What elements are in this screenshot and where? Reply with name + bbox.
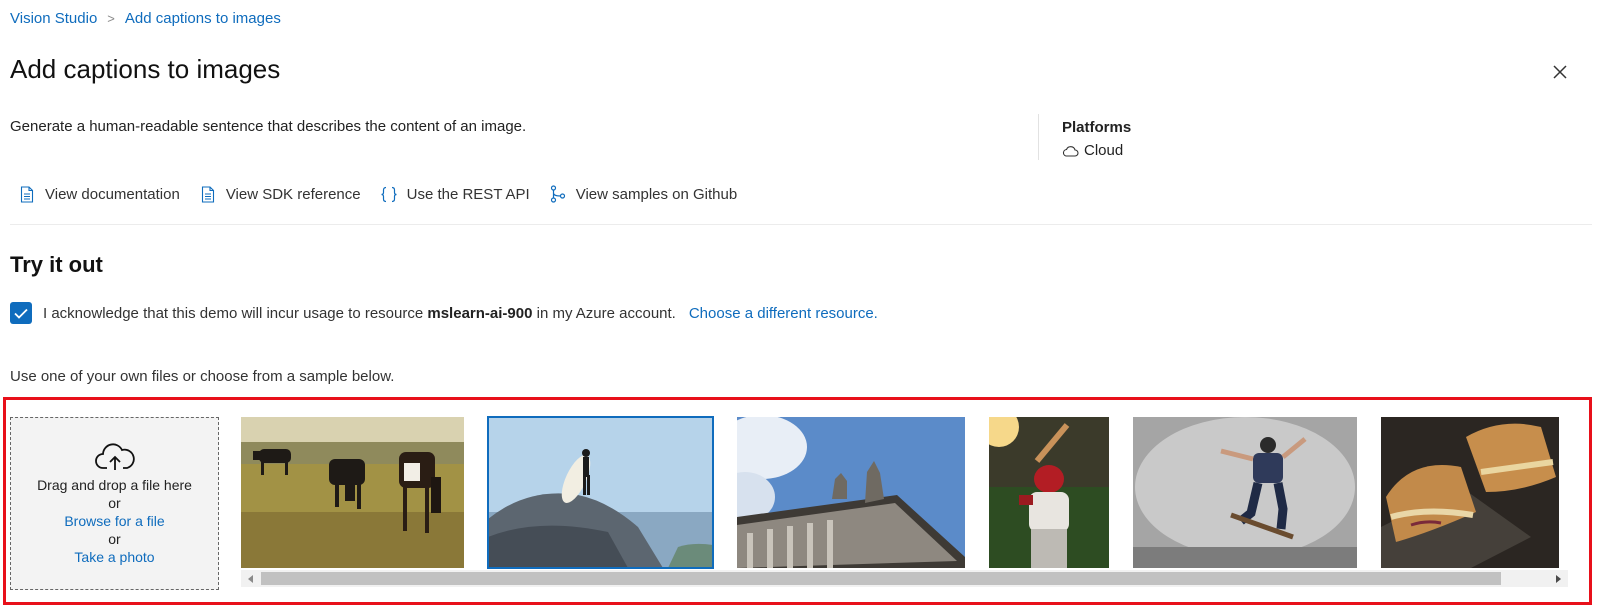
scroll-left-arrow-icon[interactable]	[243, 570, 259, 587]
vertical-divider	[1038, 114, 1039, 160]
checkmark-icon	[14, 308, 28, 319]
surfer-image	[488, 417, 713, 568]
branch-icon	[549, 185, 567, 203]
cloud-icon	[1062, 145, 1079, 157]
sample-image-cows[interactable]	[241, 417, 464, 568]
acknowledge-checkbox[interactable]	[10, 302, 32, 324]
use-rest-api-link[interactable]: Use the REST API	[380, 185, 530, 203]
view-samples-github-label: View samples on Github	[575, 185, 738, 203]
breadcrumb-vision-studio[interactable]: Vision Studio	[10, 10, 97, 27]
scrollbar-thumb[interactable]	[261, 572, 1501, 585]
sample-image-sandwich[interactable]	[1381, 417, 1559, 568]
sample-image-baseball[interactable]	[989, 417, 1109, 568]
page-title: Add captions to images	[10, 54, 281, 84]
platforms-title: Platforms	[1062, 119, 1132, 136]
chevron-right-icon: >	[107, 11, 115, 26]
drop-or-2: or	[108, 530, 121, 547]
acknowledge-row: I acknowledge that this demo will incur …	[10, 302, 878, 324]
use-rest-api-label: Use the REST API	[406, 185, 530, 203]
take-photo-link[interactable]: Take a photo	[74, 548, 154, 566]
try-it-out-title: Try it out	[10, 252, 103, 277]
resource-name: mslearn-ai-900	[427, 304, 533, 322]
cloud-upload-icon	[94, 442, 135, 470]
scroll-right-arrow-icon[interactable]	[1550, 570, 1566, 587]
view-sdk-reference-label: View SDK reference	[225, 185, 361, 203]
baseball-image	[989, 417, 1109, 568]
breadcrumb-current[interactable]: Add captions to images	[125, 10, 281, 27]
section-divider	[10, 224, 1592, 225]
acknowledge-text: I acknowledge that this demo will incur …	[43, 304, 424, 322]
page-description: Generate a human-readable sentence that …	[10, 118, 527, 135]
acknowledge-suffix: in my Azure account.	[536, 304, 676, 322]
view-documentation-link[interactable]: View documentation	[18, 185, 180, 203]
browse-file-link[interactable]: Browse for a file	[64, 512, 164, 530]
cows-image	[241, 417, 464, 568]
breadcrumb: Vision Studio > Add captions to images	[10, 10, 281, 27]
sample-image-surfer[interactable]	[487, 416, 714, 569]
view-samples-github-link[interactable]: View samples on Github	[549, 185, 737, 203]
skateboarder-image	[1133, 417, 1357, 568]
drop-or-1: or	[108, 494, 121, 511]
close-button[interactable]	[1548, 60, 1572, 84]
choose-resource-link[interactable]: Choose a different resource.	[689, 305, 878, 322]
horizontal-scrollbar[interactable]	[241, 570, 1568, 587]
sample-image-building[interactable]	[737, 417, 965, 568]
drop-title: Drag and drop a file here	[37, 476, 192, 493]
file-drop-zone[interactable]: Drag and drop a file here or Browse for …	[10, 417, 219, 590]
platform-cloud: Cloud	[1062, 142, 1123, 159]
use-own-files-text: Use one of your own files or choose from…	[10, 368, 395, 385]
view-sdk-reference-link[interactable]: View SDK reference	[199, 185, 361, 203]
document-icon	[199, 185, 217, 203]
building-image	[737, 417, 965, 568]
resource-links: View documentation View SDK reference Us…	[18, 185, 737, 203]
sample-image-skateboarder[interactable]	[1133, 417, 1357, 568]
sandwich-image	[1381, 417, 1559, 568]
view-documentation-label: View documentation	[45, 185, 180, 203]
close-icon	[1553, 65, 1567, 79]
document-icon	[18, 185, 36, 203]
platform-cloud-label: Cloud	[1084, 142, 1124, 159]
braces-icon	[380, 185, 398, 203]
